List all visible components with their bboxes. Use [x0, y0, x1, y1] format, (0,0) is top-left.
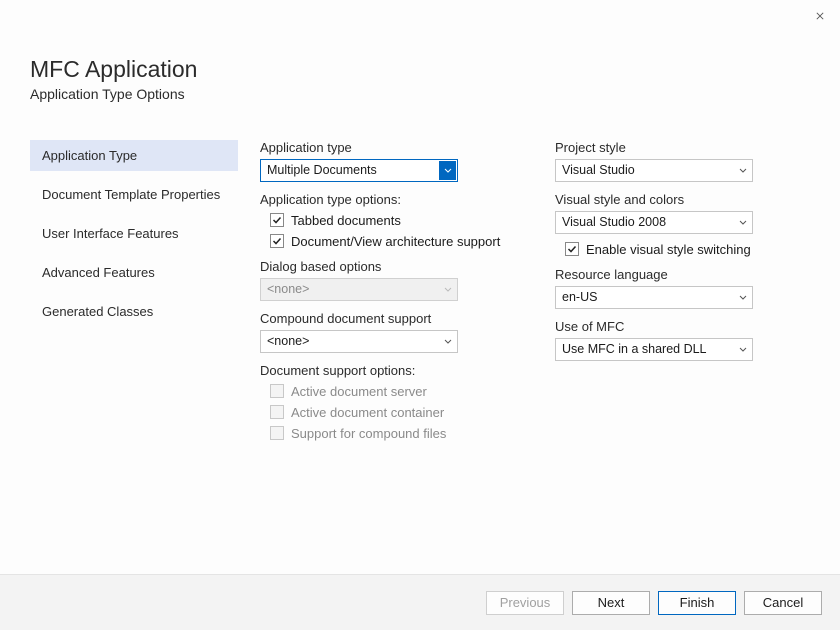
cancel-button[interactable]: Cancel: [744, 591, 822, 615]
chevron-down-icon: [734, 288, 751, 307]
chevron-down-icon: [734, 340, 751, 359]
label-app-type-options: Application type options:: [260, 192, 515, 207]
select-application-type-value: Multiple Documents: [267, 163, 377, 177]
label-use-of-mfc: Use of MFC: [555, 319, 810, 334]
page-title: MFC Application: [30, 56, 810, 84]
select-use-of-mfc-value: Use MFC in a shared DLL: [562, 342, 707, 356]
select-dialog-options: <none>: [260, 278, 458, 301]
label-application-type: Application type: [260, 140, 515, 155]
checkbox-compound-files-label: Support for compound files: [291, 426, 446, 441]
close-icon[interactable]: [810, 6, 830, 26]
select-compound-support[interactable]: <none>: [260, 330, 458, 353]
sidebar-item-generated-classes[interactable]: Generated Classes: [30, 296, 238, 327]
select-project-style-value: Visual Studio: [562, 163, 635, 177]
checkbox-tabbed-documents[interactable]: [270, 213, 284, 227]
checkbox-enable-switching[interactable]: [565, 242, 579, 256]
checkbox-active-container-label: Active document container: [291, 405, 444, 420]
finish-button[interactable]: Finish: [658, 591, 736, 615]
sidebar-item-application-type[interactable]: Application Type: [30, 140, 238, 171]
checkbox-docview-row[interactable]: Document/View architecture support: [270, 234, 515, 249]
next-button[interactable]: Next: [572, 591, 650, 615]
select-compound-support-value: <none>: [267, 334, 309, 348]
checkbox-tabbed-documents-row[interactable]: Tabbed documents: [270, 213, 515, 228]
chevron-down-icon: [439, 161, 456, 180]
checkbox-compound-files-row: Support for compound files: [270, 426, 515, 441]
sidebar-item-ui-features[interactable]: User Interface Features: [30, 218, 238, 249]
checkbox-tabbed-documents-label: Tabbed documents: [291, 213, 401, 228]
label-resource-language: Resource language: [555, 267, 810, 282]
label-compound-support: Compound document support: [260, 311, 515, 326]
select-application-type[interactable]: Multiple Documents: [260, 159, 458, 182]
checkbox-compound-files: [270, 426, 284, 440]
checkbox-active-server-row: Active document server: [270, 384, 515, 399]
checkbox-active-server: [270, 384, 284, 398]
previous-button: Previous: [486, 591, 564, 615]
checkbox-active-server-label: Active document server: [291, 384, 427, 399]
sidebar-item-doc-template[interactable]: Document Template Properties: [30, 179, 238, 210]
checkbox-active-container: [270, 405, 284, 419]
label-doc-support-options: Document support options:: [260, 363, 515, 378]
select-use-of-mfc[interactable]: Use MFC in a shared DLL: [555, 338, 753, 361]
chevron-down-icon: [734, 213, 751, 232]
select-resource-language-value: en-US: [562, 290, 597, 304]
chevron-down-icon: [734, 161, 751, 180]
label-visual-style: Visual style and colors: [555, 192, 810, 207]
page-subtitle: Application Type Options: [30, 86, 810, 102]
chevron-down-icon: [439, 280, 456, 299]
label-project-style: Project style: [555, 140, 810, 155]
checkbox-enable-switching-label: Enable visual style switching: [586, 242, 751, 257]
footer: Previous Next Finish Cancel: [0, 574, 840, 630]
select-project-style[interactable]: Visual Studio: [555, 159, 753, 182]
chevron-down-icon: [439, 332, 456, 351]
sidebar-item-advanced[interactable]: Advanced Features: [30, 257, 238, 288]
select-dialog-options-value: <none>: [267, 282, 309, 296]
select-visual-style[interactable]: Visual Studio 2008: [555, 211, 753, 234]
checkbox-active-container-row: Active document container: [270, 405, 515, 420]
select-visual-style-value: Visual Studio 2008: [562, 215, 666, 229]
label-dialog-options: Dialog based options: [260, 259, 515, 274]
checkbox-enable-switching-row[interactable]: Enable visual style switching: [565, 242, 810, 257]
checkbox-docview[interactable]: [270, 234, 284, 248]
checkbox-docview-label: Document/View architecture support: [291, 234, 500, 249]
select-resource-language[interactable]: en-US: [555, 286, 753, 309]
sidebar: Application Type Document Template Prope…: [30, 140, 238, 564]
